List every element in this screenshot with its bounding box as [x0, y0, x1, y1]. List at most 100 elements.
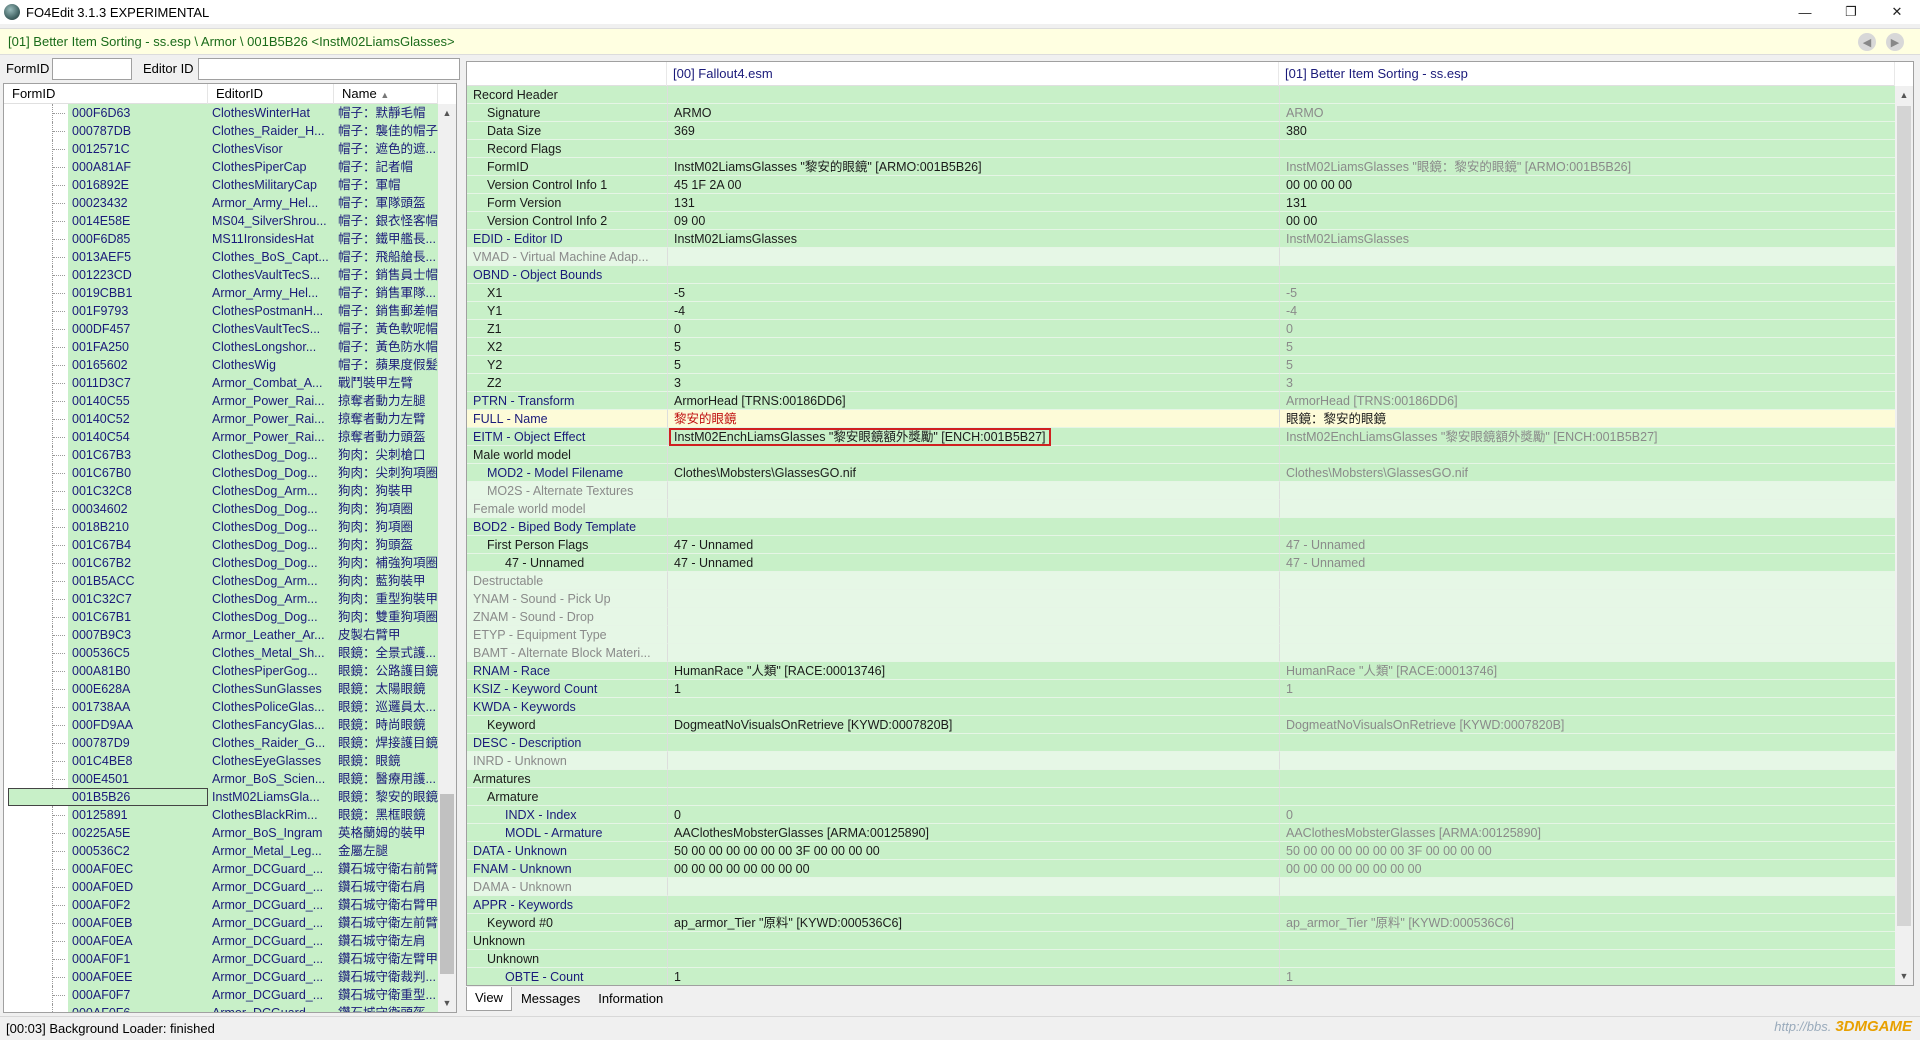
record-field-row[interactable]: KWDA - Keywords [467, 698, 1895, 716]
master-value[interactable]: 1 [667, 968, 1279, 985]
record-field-row[interactable]: PTRN - Transform ArmorHead [TRNS:00186DD6… [467, 392, 1895, 410]
record-field-row[interactable]: Keyword #0 ap_armor_Tier "原料" [KYWD:00053… [467, 914, 1895, 932]
override-value[interactable] [1279, 932, 1895, 950]
list-item[interactable]: 001C4BE8 ClothesEyeGlasses 眼鏡：眼鏡 [4, 752, 438, 770]
override-value[interactable] [1279, 572, 1895, 590]
master-value[interactable]: ARMO [667, 104, 1279, 122]
list-item[interactable]: 001B5ACC ClothesDog_Arm... 狗肉：藍狗裝甲 [4, 572, 438, 590]
override-value[interactable] [1279, 878, 1895, 896]
record-field-row[interactable]: Record Header [467, 86, 1895, 104]
record-field-row[interactable]: BOD2 - Biped Body Template [467, 518, 1895, 536]
record-field-row[interactable]: FNAM - Unknown 00 00 00 00 00 00 00 00 00 … [467, 860, 1895, 878]
record-field-row[interactable]: ZNAM - Sound - Drop [467, 608, 1895, 626]
master-value[interactable] [667, 644, 1279, 662]
record-field-row[interactable]: RNAM - Race HumanRace "人類" [RACE:00013746… [467, 662, 1895, 680]
override-value[interactable]: 1 [1279, 680, 1895, 698]
record-field-row[interactable]: Form Version 131 131 [467, 194, 1895, 212]
list-item[interactable]: 000787DB Clothes_Raider_H... 帽子：襲佳的帽子 [4, 122, 438, 140]
list-item[interactable]: 000AF0EE Armor_DCGuard_... 鑽石城守衛裁判... [4, 968, 438, 986]
record-field-row[interactable]: Version Control Info 2 09 00 00 00 [467, 212, 1895, 230]
column-better-item-sorting[interactable]: [01] Better Item Sorting - ss.esp [1279, 62, 1895, 86]
override-value[interactable] [1279, 698, 1895, 716]
list-item[interactable]: 000A81AF ClothesPiperCap 帽子：記者帽 [4, 158, 438, 176]
master-value[interactable]: 0 [667, 320, 1279, 338]
record-field-row[interactable]: X2 5 5 [467, 338, 1895, 356]
master-value[interactable] [667, 140, 1279, 158]
list-item[interactable]: 001C67B1 ClothesDog_Dog... 狗肉：雙重狗項圈 [4, 608, 438, 626]
master-value[interactable]: 3 [667, 374, 1279, 392]
master-value[interactable] [667, 266, 1279, 284]
record-field-row[interactable]: KSIZ - Keyword Count 1 1 [467, 680, 1895, 698]
master-value[interactable]: InstM02LiamsGlasses "黎安的眼鏡" [ARMO:001B5B… [667, 158, 1279, 176]
scroll-up-icon[interactable]: ▲ [1895, 86, 1913, 104]
override-value[interactable] [1279, 752, 1895, 770]
list-item[interactable]: 000E4501 Armor_BoS_Scien... 眼鏡：醫療用護... [4, 770, 438, 788]
scroll-down-icon[interactable]: ▼ [438, 994, 456, 1012]
record-field-row[interactable]: Version Control Info 1 45 1F 2A 00 00 00 0… [467, 176, 1895, 194]
record-field-row[interactable]: Data Size 369 380 [467, 122, 1895, 140]
override-value[interactable]: 0 [1279, 806, 1895, 824]
master-value[interactable]: InstM02LiamsGlasses [667, 230, 1279, 248]
list-item[interactable]: 0018B210 ClothesDog_Dog... 狗肉：狗項圈 [4, 518, 438, 536]
record-field-row[interactable]: DAMA - Unknown [467, 878, 1895, 896]
override-value[interactable] [1279, 608, 1895, 626]
list-item[interactable]: 001223CD ClothesVaultTecS... 帽子：銷售員士帽 [4, 266, 438, 284]
record-field-row[interactable]: INDX - Index 0 0 [467, 806, 1895, 824]
master-value[interactable] [667, 752, 1279, 770]
record-field-row[interactable]: MOD2 - Model Filename Clothes\Mobsters\Gl… [467, 464, 1895, 482]
list-item[interactable]: 00023432 Armor_Army_Hel... 帽子：軍隊頭盔 [4, 194, 438, 212]
override-value[interactable]: HumanRace "人類" [RACE:00013746] [1279, 662, 1895, 680]
override-value[interactable]: 50 00 00 00 00 00 00 3F 00 00 00 00 [1279, 842, 1895, 860]
master-value[interactable] [667, 86, 1279, 104]
list-item[interactable]: 001FA250 ClothesLongshor... 帽子：黃色防水帽 [4, 338, 438, 356]
list-item[interactable]: 0014E58E MS04_SilverShrou... 帽子：銀衣怪客帽 [4, 212, 438, 230]
record-field-row[interactable]: APPR - Keywords [467, 896, 1895, 914]
list-item[interactable]: 00140C55 Armor_Power_Rai... 掠奪者動力左腿 [4, 392, 438, 410]
master-value[interactable] [667, 950, 1279, 968]
record-field-row[interactable]: First Person Flags 47 - Unnamed 47 - Unnam… [467, 536, 1895, 554]
master-value[interactable]: 09 00 [667, 212, 1279, 230]
list-item[interactable]: 0012571C ClothesVisor 帽子：遮色的遮... [4, 140, 438, 158]
override-value[interactable] [1279, 896, 1895, 914]
override-value[interactable]: ArmorHead [TRNS:00186DD6] [1279, 392, 1895, 410]
list-item[interactable]: 001B5B26 InstM02LiamsGla... 眼鏡：黎安的眼鏡 [4, 788, 438, 806]
override-value[interactable]: InstM02LiamsGlasses "眼鏡：黎安的眼鏡" [ARMO:001… [1279, 158, 1895, 176]
scroll-up-icon[interactable]: ▲ [438, 104, 456, 122]
override-value[interactable] [1279, 500, 1895, 518]
override-value[interactable] [1279, 140, 1895, 158]
restore-button[interactable]: ❐ [1828, 0, 1874, 24]
master-value[interactable]: AAClothesMobsterGlasses [ARMA:00125890] [667, 824, 1279, 842]
record-list-scrollbar[interactable]: ▲ ▼ [438, 104, 456, 1012]
master-value[interactable]: 47 - Unnamed [667, 554, 1279, 572]
master-value[interactable]: -5 [667, 284, 1279, 302]
tab-messages[interactable]: Messages [512, 987, 589, 1011]
record-field-row[interactable]: MO2S - Alternate Textures [467, 482, 1895, 500]
list-item[interactable]: 000536C5 Clothes_Metal_Sh... 眼鏡：全景式護... [4, 644, 438, 662]
record-field-row[interactable]: FormID InstM02LiamsGlasses "黎安的眼鏡" [ARMO:… [467, 158, 1895, 176]
record-field-row[interactable]: Armature [467, 788, 1895, 806]
override-value[interactable]: InstM02LiamsGlasses [1279, 230, 1895, 248]
master-value[interactable]: 5 [667, 356, 1279, 374]
minimize-button[interactable]: — [1782, 0, 1828, 24]
record-field-row[interactable]: DESC - Description [467, 734, 1895, 752]
record-field-row[interactable]: FULL - Name 黎安的眼鏡 眼鏡：黎安的眼鏡 [467, 410, 1895, 428]
list-item[interactable]: 00125891 ClothesBlackRim... 眼鏡：黑框眼鏡 [4, 806, 438, 824]
override-value[interactable]: 00 00 00 00 [1279, 176, 1895, 194]
record-field-row[interactable]: YNAM - Sound - Pick Up [467, 590, 1895, 608]
record-field-row[interactable]: 47 - Unnamed 47 - Unnamed 47 - Unnamed [467, 554, 1895, 572]
list-item[interactable]: 000F6D85 MS11IronsidesHat 帽子：鐵甲艦長... [4, 230, 438, 248]
master-value[interactable]: 00 00 00 00 00 00 00 00 [667, 860, 1279, 878]
list-item[interactable]: 001F9793 ClothesPostmanH... 帽子：銷售郵差帽 [4, 302, 438, 320]
record-field-row[interactable]: Y1 -4 -4 [467, 302, 1895, 320]
record-field-row[interactable]: OBTE - Count 1 1 [467, 968, 1895, 985]
override-value[interactable]: Clothes\Mobsters\GlassesGO.nif [1279, 464, 1895, 482]
list-item[interactable]: 001C67B3 ClothesDog_Dog... 狗肉：尖刺槍口 [4, 446, 438, 464]
tab-information[interactable]: Information [589, 987, 672, 1011]
master-value[interactable]: 50 00 00 00 00 00 00 3F 00 00 00 00 [667, 842, 1279, 860]
record-view-grid[interactable]: [00] Fallout4.esm [01] Better Item Sorti… [466, 61, 1914, 986]
record-field-row[interactable]: Y2 5 5 [467, 356, 1895, 374]
list-item[interactable]: 0019CBB1 Armor_Army_Hel... 帽子：銷售軍隊... [4, 284, 438, 302]
master-value[interactable]: 131 [667, 194, 1279, 212]
override-value[interactable] [1279, 626, 1895, 644]
list-item[interactable]: 000536C2 Armor_Metal_Leg... 金屬左腿 [4, 842, 438, 860]
